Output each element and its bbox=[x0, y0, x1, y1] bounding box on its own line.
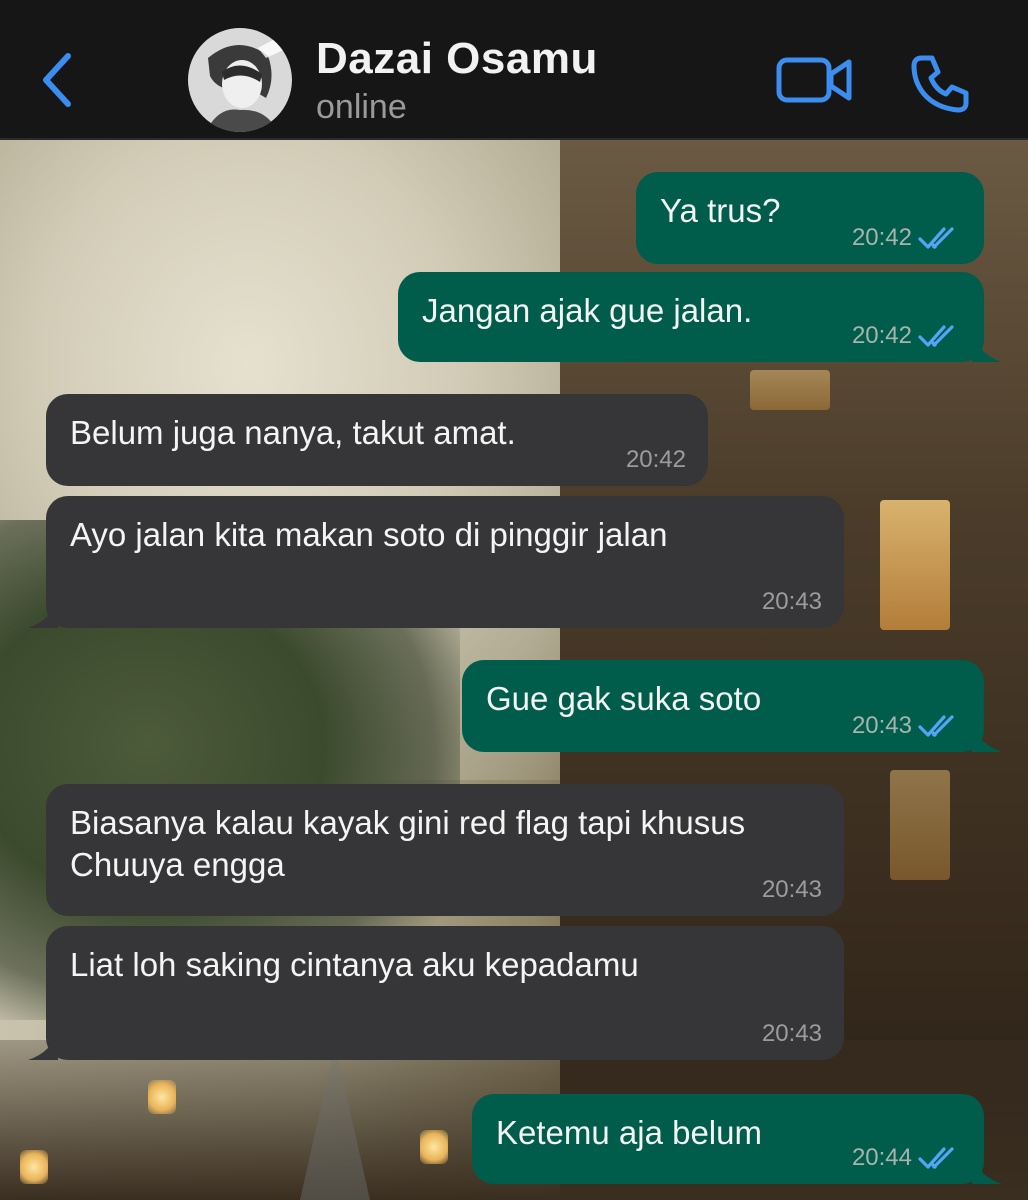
message-text: Biasanya kalau kayak gini red flag tapi … bbox=[70, 804, 746, 883]
message-time: 20:44 bbox=[851, 1144, 912, 1171]
message-meta: 20:42 bbox=[626, 446, 686, 474]
message-bubble-incoming[interactable]: Ayo jalan kita makan soto di pinggir jal… bbox=[28, 496, 844, 628]
bubble-tail bbox=[972, 332, 1002, 362]
contact-status: online bbox=[316, 88, 407, 126]
video-call-button[interactable] bbox=[770, 44, 860, 116]
message-meta: 20:43 bbox=[762, 1020, 822, 1048]
double-check-icon bbox=[918, 715, 954, 737]
message-time: 20:42 bbox=[625, 446, 686, 473]
message-text: Liat loh saking cintanya aku kepadamu bbox=[70, 946, 639, 983]
message-meta: 20:44 bbox=[852, 1144, 962, 1172]
message-time: 20:43 bbox=[761, 1020, 822, 1047]
message-text: Ayo jalan kita makan soto di pinggir jal… bbox=[70, 516, 668, 553]
message-time: 20:43 bbox=[851, 712, 912, 739]
message-bubble-outgoing[interactable]: Jangan ajak gue jalan. 20:42 bbox=[398, 272, 1002, 362]
chat-header: Dazai Osamu online bbox=[0, 0, 1028, 140]
message-bubble-incoming[interactable]: Liat loh saking cintanya aku kepadamu 20… bbox=[28, 926, 844, 1060]
message-bubble-outgoing[interactable]: Ketemu aja belum 20:44 bbox=[472, 1094, 1002, 1184]
bubble-tail bbox=[972, 1154, 1002, 1184]
message-time: 20:42 bbox=[851, 224, 912, 251]
message-time: 20:43 bbox=[761, 876, 822, 903]
message-meta: 20:42 bbox=[852, 322, 962, 350]
message-list[interactable]: Ya trus? 20:42 Jangan ajak gue jalan. 20… bbox=[0, 0, 1028, 1200]
double-check-icon bbox=[918, 325, 954, 347]
double-check-icon bbox=[918, 1147, 954, 1169]
contact-avatar[interactable] bbox=[188, 28, 292, 132]
chevron-left-icon bbox=[43, 53, 71, 107]
chat-screen: Dazai Osamu online Ya trus? 20:42 Jangan… bbox=[0, 0, 1028, 1200]
bubble-tail bbox=[28, 598, 58, 628]
contact-name[interactable]: Dazai Osamu bbox=[316, 34, 598, 84]
message-meta: 20:43 bbox=[852, 712, 962, 740]
message-bubble-incoming[interactable]: Biasanya kalau kayak gini red flag tapi … bbox=[46, 784, 844, 916]
message-meta: 20:42 bbox=[852, 224, 962, 252]
avatar-image bbox=[188, 28, 292, 132]
voice-call-button[interactable] bbox=[898, 44, 982, 124]
message-meta: 20:43 bbox=[762, 876, 822, 904]
bubble-tail bbox=[28, 1030, 58, 1060]
message-time: 20:43 bbox=[761, 588, 822, 615]
back-button[interactable] bbox=[28, 40, 88, 120]
message-time: 20:42 bbox=[851, 322, 912, 349]
message-bubble-outgoing[interactable]: Ya trus? 20:42 bbox=[636, 172, 984, 264]
message-meta: 20:43 bbox=[762, 588, 822, 616]
message-bubble-outgoing[interactable]: Gue gak suka soto 20:43 bbox=[462, 660, 1002, 752]
message-text: Belum juga nanya, takut amat. bbox=[70, 414, 516, 451]
video-camera-icon bbox=[776, 57, 852, 103]
double-check-icon bbox=[918, 227, 954, 249]
message-bubble-incoming[interactable]: Belum juga nanya, takut amat. 20:42 bbox=[46, 394, 708, 486]
phone-icon bbox=[911, 55, 969, 113]
bubble-tail bbox=[972, 722, 1002, 752]
